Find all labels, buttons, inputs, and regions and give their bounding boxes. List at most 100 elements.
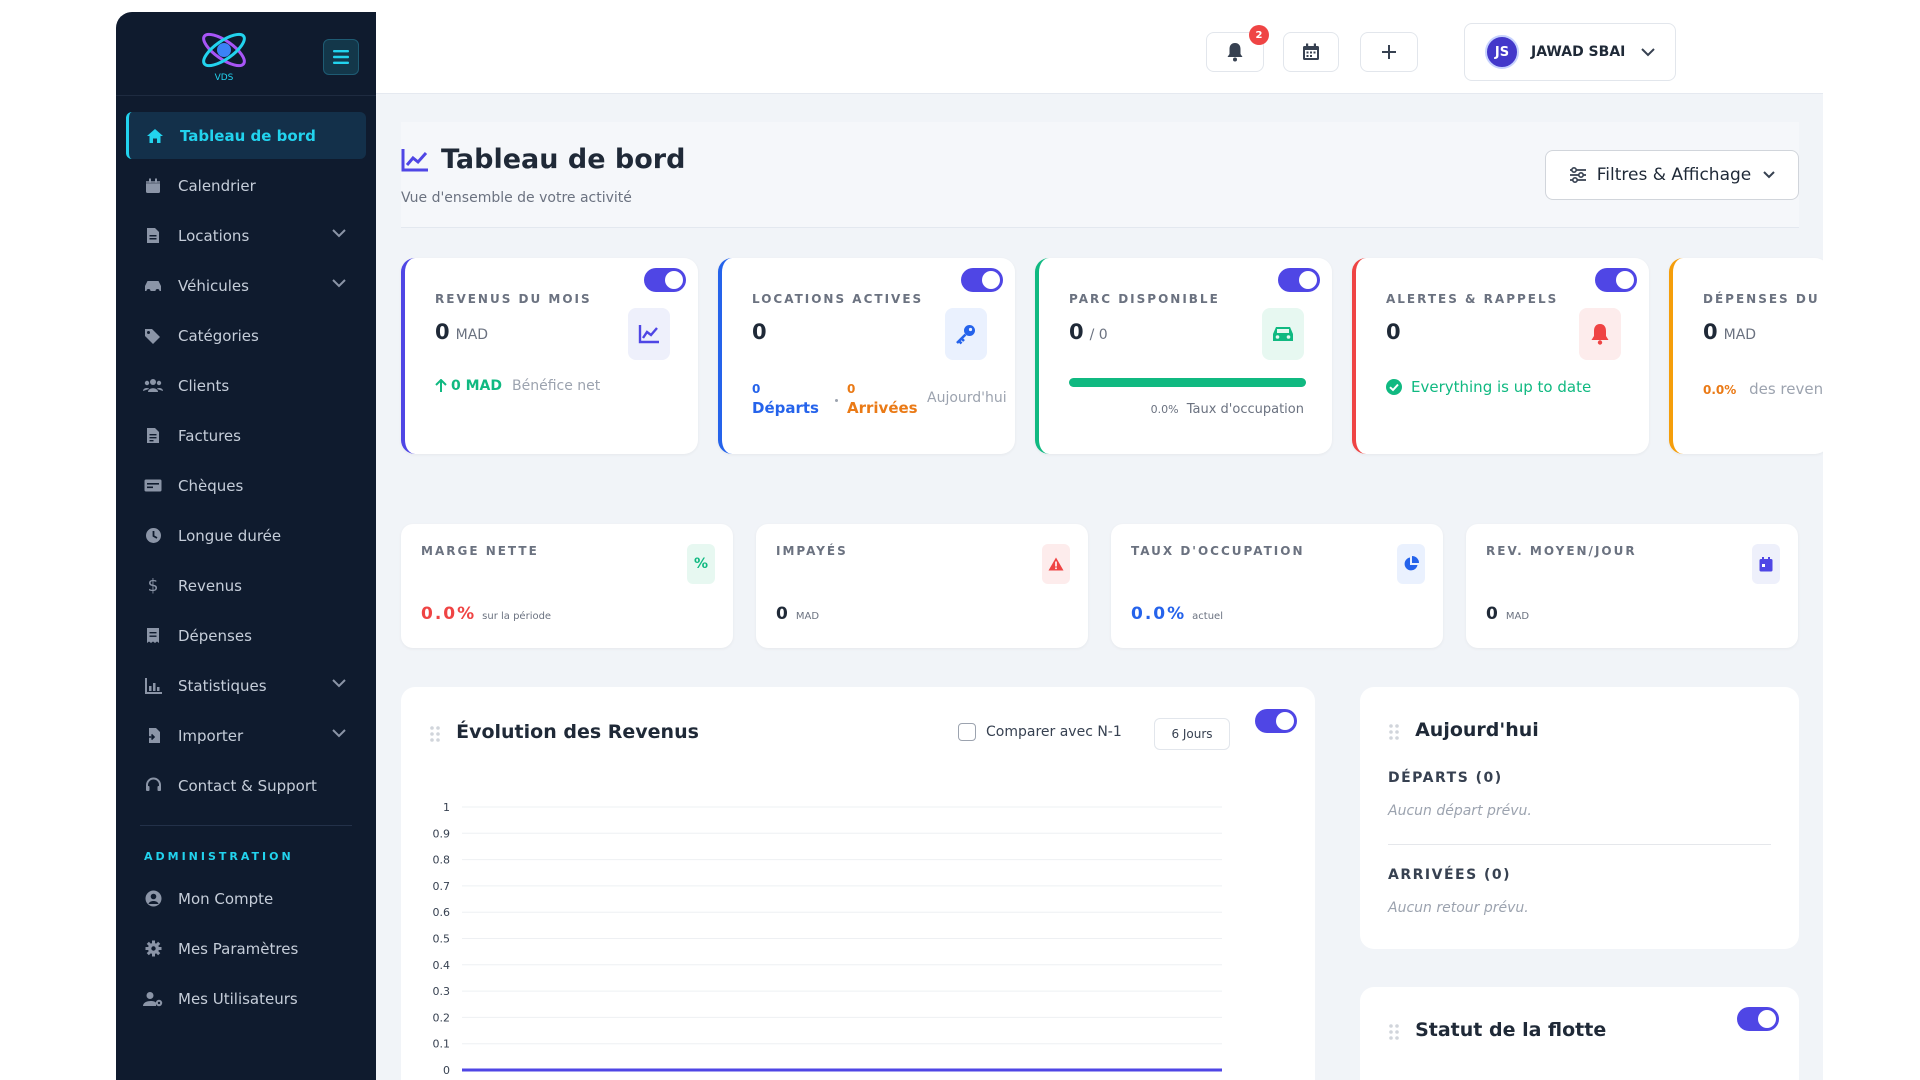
y-tick-label: 0.1 xyxy=(433,1038,451,1051)
departs-header: DÉPARTS (0) xyxy=(1388,770,1503,786)
chart-card-header: Évolution des Revenus xyxy=(429,721,699,743)
sidebar-item-revenus[interactable]: $ Revenus xyxy=(126,562,366,609)
chevron-down-icon[interactable] xyxy=(332,229,346,238)
sidebar-item-mes-parametres[interactable]: Mes Paramètres xyxy=(126,925,366,972)
occupancy-text: 0.0% Taux d'occupation xyxy=(1151,402,1304,417)
sidebar-item-label: Revenus xyxy=(178,576,242,595)
kpi-label: REVENUS DU MOIS xyxy=(435,292,592,306)
sidebar: VDS Tableau de bord Calendrier Locations xyxy=(116,12,376,1080)
user-menu-button[interactable]: JS JAWAD SBAI xyxy=(1464,23,1676,81)
sidebar-item-categories[interactable]: Catégories xyxy=(126,312,366,359)
y-tick-label: 0.9 xyxy=(433,827,451,840)
sidebar-item-statistiques[interactable]: Statistiques xyxy=(126,662,366,709)
chart-toggle[interactable] xyxy=(1255,709,1297,733)
stat-label: TAUX D'OCCUPATION xyxy=(1131,544,1305,558)
sidebar-item-mes-utilisateurs[interactable]: Mes Utilisateurs xyxy=(126,975,366,1022)
users-icon xyxy=(142,376,164,396)
occupancy-label: Taux d'occupation xyxy=(1186,402,1304,417)
sidebar-item-calendrier[interactable]: Calendrier xyxy=(126,162,366,209)
stat-card-marge-nette: MARGE NETTE % 0.0% sur la période xyxy=(401,524,733,648)
key-icon xyxy=(945,308,987,360)
y-tick-label: 0.4 xyxy=(433,959,451,972)
plus-icon xyxy=(1382,45,1396,59)
calendar-button[interactable] xyxy=(1283,32,1339,72)
sidebar-item-longue-duree[interactable]: Longue durée xyxy=(126,512,366,559)
today-label: Aujourd'hui xyxy=(927,390,1007,406)
arrivees-empty-text: Aucun retour prévu. xyxy=(1388,900,1529,916)
filters-display-button[interactable]: Filtres & Affichage xyxy=(1545,150,1799,200)
fleet-status-card: Statut de la flotte xyxy=(1360,987,1799,1080)
compare-label: Comparer avec N-1 xyxy=(986,724,1122,740)
add-button[interactable] xyxy=(1360,32,1418,72)
kpi-toggle[interactable] xyxy=(1595,268,1637,292)
sidebar-item-importer[interactable]: Importer xyxy=(126,712,366,759)
menu-toggle-button[interactable] xyxy=(323,39,359,75)
logo[interactable]: VDS xyxy=(198,26,250,82)
sidebar-item-factures[interactable]: Factures xyxy=(126,412,366,459)
sidebar-item-depenses[interactable]: Dépenses xyxy=(126,612,366,659)
sidebar-item-label: Statistiques xyxy=(178,676,267,695)
sidebar-item-clients[interactable]: Clients xyxy=(126,362,366,409)
sidebar-item-label: Locations xyxy=(178,226,250,245)
chevron-down-icon[interactable] xyxy=(332,279,346,288)
sidebar-item-label: Véhicules xyxy=(178,276,249,295)
sidebar-item-label: Catégories xyxy=(178,326,259,345)
drag-handle-icon[interactable] xyxy=(1388,1023,1400,1040)
sidebar-item-tableau-de-bord[interactable]: Tableau de bord xyxy=(126,112,366,159)
drag-handle-icon[interactable] xyxy=(1388,723,1400,740)
sidebar-item-locations[interactable]: Locations xyxy=(126,212,366,259)
logo-text: VDS xyxy=(215,73,234,82)
sidebar-item-label: Mon Compte xyxy=(178,889,274,908)
kpi-card-alertes: ALERTES & RAPPELS 0 Everything is up to … xyxy=(1352,258,1649,454)
stat-card-rev-moyen-jour: REV. MOYEN/JOUR 0 MAD xyxy=(1466,524,1798,648)
import-icon xyxy=(142,726,164,746)
sidebar-divider xyxy=(140,825,352,826)
kpi-unit: MAD xyxy=(1723,327,1757,343)
arrow-up-icon xyxy=(435,379,447,392)
sidebar-nav: Tableau de bord Calendrier Locations Véh… xyxy=(116,112,376,1025)
chevron-down-icon[interactable] xyxy=(332,679,346,688)
y-tick-label: 0.5 xyxy=(433,933,451,946)
fleet-toggle[interactable] xyxy=(1737,1007,1779,1031)
calendar-icon xyxy=(1303,43,1319,60)
revenue-line-chart: 00.10.20.30.40.50.60.70.80.9123 Mar24 Ma… xyxy=(433,801,1222,1077)
y-tick-label: 0.2 xyxy=(433,1011,451,1024)
departs-group: 0 Départs xyxy=(752,380,819,418)
occupancy-bar xyxy=(1069,378,1306,387)
y-tick-label: 0.6 xyxy=(433,906,451,919)
users-cog-icon xyxy=(142,989,164,1009)
sidebar-item-label: Longue durée xyxy=(178,526,282,545)
kpi-toggle[interactable] xyxy=(644,268,686,292)
calendar-icon xyxy=(142,176,164,196)
range-select-button[interactable]: 6 Jours xyxy=(1154,718,1230,750)
tags-icon xyxy=(142,326,164,346)
car-icon xyxy=(142,276,164,296)
notifications-button[interactable]: 2 xyxy=(1206,25,1269,72)
sidebar-item-label: Chèques xyxy=(178,476,244,495)
stat-value: 0.0% sur la période xyxy=(421,604,552,624)
stat-value: 0 MAD xyxy=(776,604,820,624)
sidebar-item-label: Factures xyxy=(178,426,241,445)
arrivees-label: Arrivées xyxy=(847,399,918,417)
today-title: Aujourd'hui xyxy=(1415,719,1539,741)
y-tick-label: 0 xyxy=(443,1064,450,1077)
sidebar-item-contact-support[interactable]: Contact & Support xyxy=(126,762,366,809)
sidebar-item-cheques[interactable]: Chèques xyxy=(126,462,366,509)
page-title: Tableau de bord xyxy=(441,144,686,175)
dollar-icon: $ xyxy=(147,575,159,596)
checkbox-box[interactable] xyxy=(958,723,976,741)
kpi-toggle[interactable] xyxy=(1278,268,1320,292)
arrivees-value: 0 xyxy=(847,382,856,396)
drag-handle-icon[interactable] xyxy=(429,725,441,742)
sidebar-item-label: Mes Utilisateurs xyxy=(178,989,298,1008)
sidebar-item-mon-compte[interactable]: Mon Compte xyxy=(126,875,366,922)
sidebar-item-label: Dépenses xyxy=(178,626,252,645)
bell-icon xyxy=(1579,308,1621,360)
chevron-down-icon[interactable] xyxy=(332,729,346,738)
kpi-toggle[interactable] xyxy=(961,268,1003,292)
sidebar-item-vehicules[interactable]: Véhicules xyxy=(126,262,366,309)
sidebar-item-label: Importer xyxy=(178,726,244,745)
kpi-card-depenses: DÉPENSES DU MOIS 0MAD 0.0% des revenus xyxy=(1669,258,1823,454)
compare-n1-checkbox[interactable]: Comparer avec N-1 xyxy=(958,723,1122,741)
kpi-value: 0 xyxy=(1386,320,1401,344)
